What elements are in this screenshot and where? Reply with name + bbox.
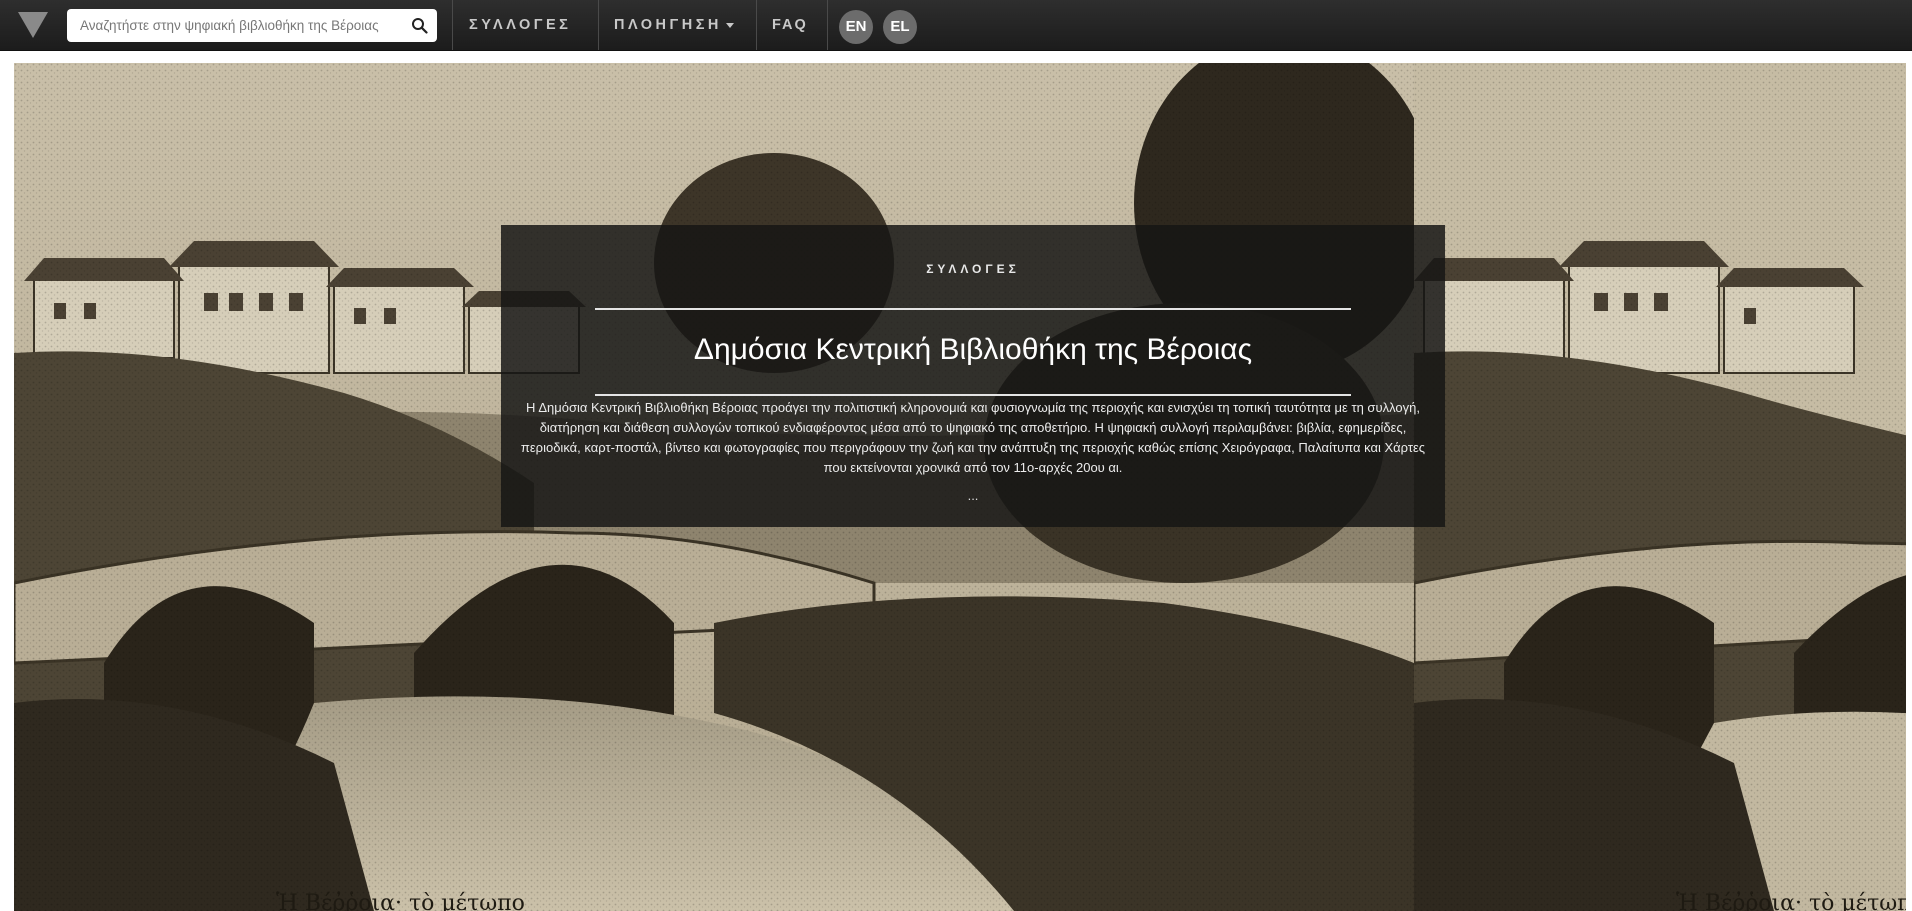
page-title: Δημόσια Κεντρική Βιβλιοθήκη της Βέροιας [693,333,1253,366]
divider [595,308,1351,310]
hero-photo-repeat [1414,63,1906,911]
collection-info-panel: ΣΥΛΛΟΓΕΣ Δημόσια Κεντρική Βιβλιοθήκη της… [501,225,1445,527]
nav-divider [598,0,599,50]
nav-divider [827,0,828,50]
photo-caption: Ἡ Βέῤῥοια· τὸ μέτωπο [276,891,525,911]
caret-down-icon [725,22,734,28]
nav-faq-link[interactable]: FAQ [772,0,808,50]
search-icon[interactable] [411,17,428,34]
panel-kicker: ΣΥΛΛΟΓΕΣ [926,262,1020,276]
divider [595,394,1351,396]
top-navbar: ΣΥΛΛΟΓΕΣ ΠΛΟΗΓΗΣΗ FAQ EN EL [0,0,1912,51]
nav-navigation-dropdown[interactable]: ΠΛΟΗΓΗΣΗ [614,0,734,50]
nav-divider [452,0,453,50]
collection-description: Η Δημόσια Κεντρική Βιβλιοθήκη Βέροιας πρ… [520,400,1426,475]
lang-el-button[interactable]: EL [883,10,917,44]
nav-divider [756,0,757,50]
hero-banner: Ἡ Βέῤῥοια· τὸ μέτωπο Ἡ Βέῤῥοια· τὸ μέτωπ… [14,63,1906,911]
photo-caption-repeat: Ἡ Βέῤῥοια· τὸ μέτωπο [1676,891,1906,911]
nav-navigation-label: ΠΛΟΗΓΗΣΗ [614,17,722,33]
nav-collections-link[interactable]: ΣΥΛΛΟΓΕΣ [469,0,571,50]
search-box [67,9,437,42]
triangle-logo-icon[interactable] [16,8,50,42]
search-input[interactable] [67,9,397,42]
read-more-link[interactable]: ... [501,488,1445,503]
lang-en-button[interactable]: EN [839,10,873,44]
